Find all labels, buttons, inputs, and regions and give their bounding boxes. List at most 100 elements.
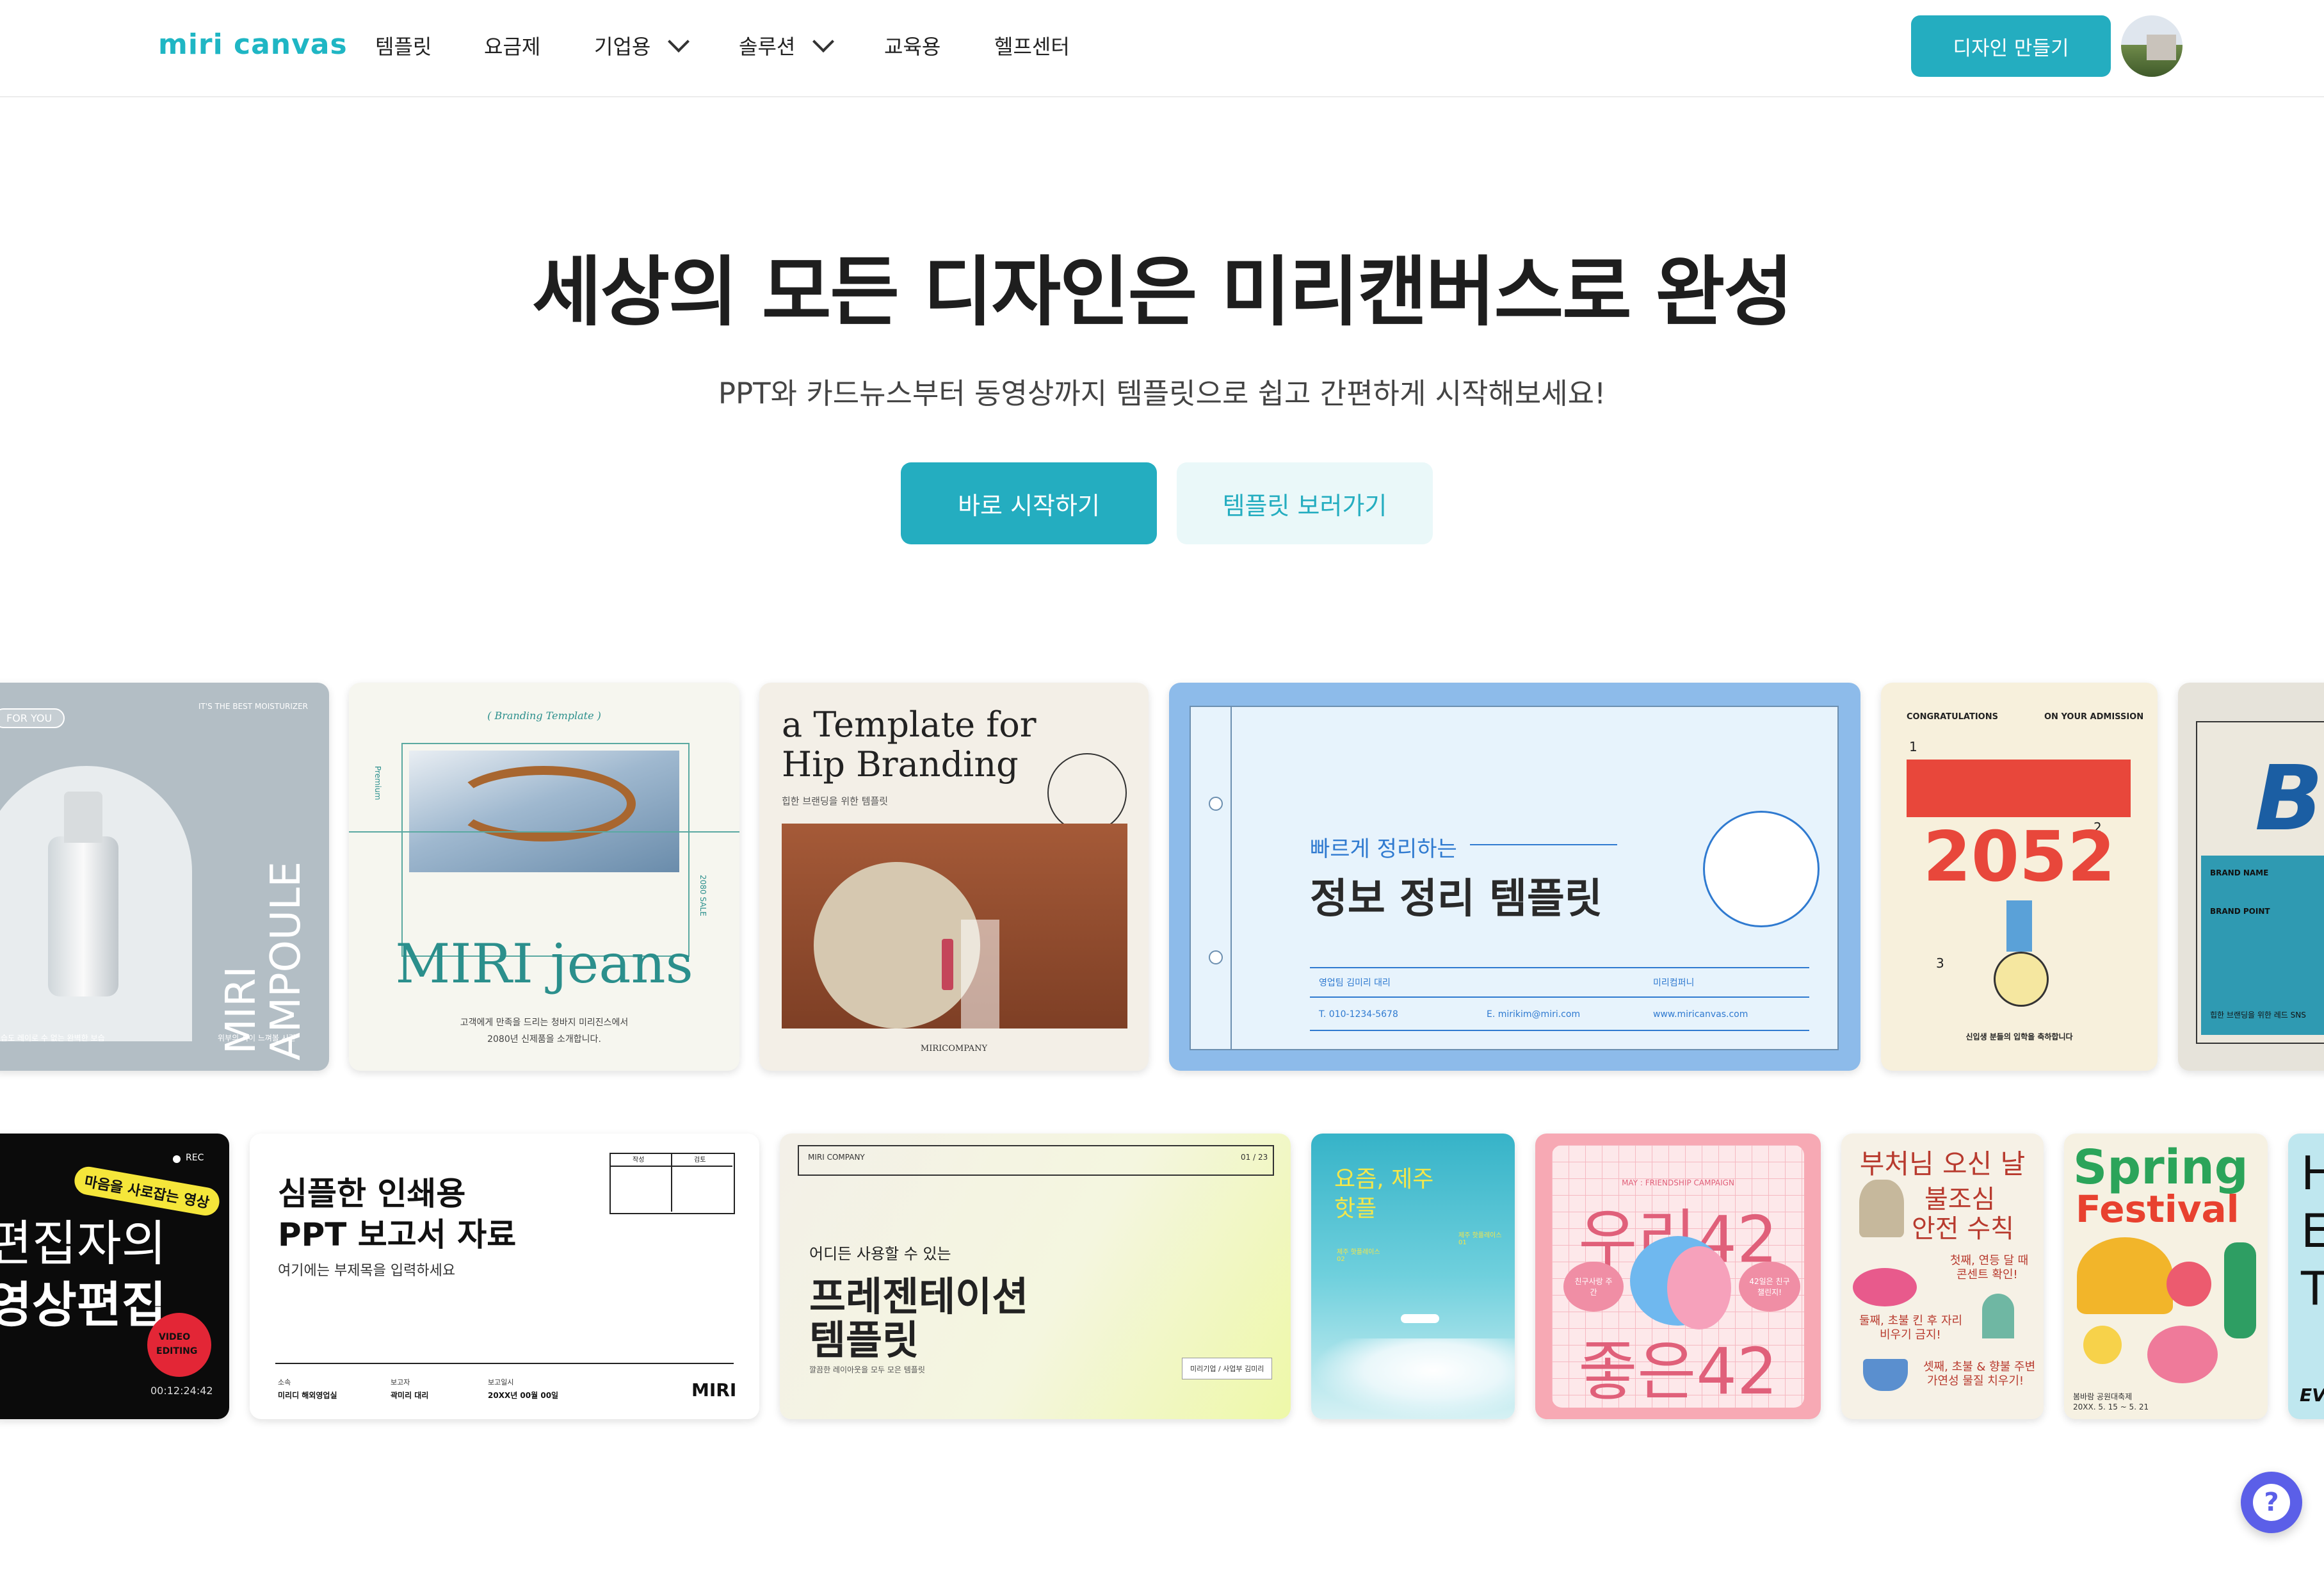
jeju-clouds (1311, 1338, 1515, 1419)
present-tag: 미리기업 / 사업부 김미리 (1182, 1358, 1273, 1379)
template-card-jeju[interactable]: 요즘, 제주 핫플 제주 핫플레이스 01 제주 핫플레이스 02 (1311, 1134, 1515, 1419)
ampoule-dropper (64, 792, 102, 843)
admission-right-text: ON YOUR ADMISSION (2044, 712, 2144, 722)
report-sign-h1: 작성 (633, 1157, 645, 1164)
template-card-buddha[interactable]: 부처님 오신 날 불조심 안전 수칙 첫째, 연등 달 때 콘센트 확인! 둘째… (1841, 1134, 2044, 1419)
info-table-bottom (1310, 1030, 1809, 1031)
buddha-t2: 콘센트 확인! (1957, 1268, 2018, 1281)
chevron-down-icon (668, 31, 690, 53)
nav-solutions[interactable]: 솔루션 (739, 31, 835, 60)
report-f1: 소속 (278, 1378, 291, 1386)
report-f3: 보고일시 (488, 1378, 514, 1386)
template-card-brand-partial[interactable]: BR BRAND NAME BRAND POINT 힙한 브랜딩을 위한 레드 … (2178, 683, 2324, 1071)
admission-arrow (2006, 900, 2032, 952)
hip-photo-lipstick (942, 939, 953, 990)
admission-foot: 신입생 분들의 입학을 축하합니다 (1965, 1032, 2073, 1041)
nav-pricing[interactable]: 요금제 (484, 31, 540, 60)
info-contact-email: E. mirikim@miri.com (1487, 1009, 1581, 1020)
ampoule-top-text: IT'S THE BEST MOISTURIZER (198, 702, 309, 711)
template-card-partial[interactable]: H E T EV (2288, 1134, 2324, 1419)
hip-seal-icon (1047, 753, 1127, 833)
info-hole-2 (1209, 950, 1223, 964)
nav-pricing-label: 요금제 (484, 35, 541, 59)
create-design-button[interactable]: 디자인 만들기 (1911, 15, 2111, 77)
help-chat-button[interactable]: ? (2241, 1472, 2302, 1533)
jeans-side-right: 2080 SALE (698, 875, 707, 916)
buddha-bowl (1863, 1359, 1908, 1391)
hip-foot: MIRICOMPANY (920, 1044, 988, 1053)
partial-l1: H (2301, 1146, 2324, 1200)
info-hole-1 (1209, 797, 1223, 811)
browse-templates-button[interactable]: 템플릿 보러가기 (1177, 462, 1433, 544)
info-kicker: 빠르게 정리하는 (1310, 836, 1457, 862)
jeju-label-1: 제주 핫플레이스 01 (1458, 1232, 1502, 1246)
report-sign-header-line (609, 1166, 732, 1167)
miricanvas-logo[interactable]: miri canvas (158, 28, 348, 61)
spring-flower-small (2083, 1326, 2122, 1364)
jeans-desc-2: 2080년 신제품을 소개합니다. (487, 1034, 601, 1045)
nav-templates[interactable]: 템플릿 (375, 31, 432, 60)
friend-bottom: 좋은42 (1578, 1334, 1778, 1409)
friend-right: 42일은 친구 챌린지! (1739, 1262, 1800, 1312)
template-card-report[interactable]: 심플한 인쇄용 PPT 보고서 자료 여기에는 부제목을 입력하세요 작성 검토… (250, 1134, 759, 1419)
user-avatar[interactable] (2121, 15, 2183, 77)
question-icon: ? (2253, 1484, 2290, 1521)
jeju-line-1: 요즘, 제주 (1334, 1166, 1434, 1192)
template-card-friendship[interactable]: MAY : FRIENDSHIP CAMPAIGN 우리42 친구사랑 주간 4… (1535, 1134, 1821, 1419)
template-card-video[interactable]: REC 마음을 사로잡는 영상 편집자의 영상편집 VIDEO EDITING … (0, 1134, 229, 1419)
template-card-hip-branding[interactable]: a Template for Hip Branding 힙한 브랜딩을 위한 템… (759, 683, 1149, 1071)
nav-help-center[interactable]: 헬프센터 (994, 31, 1070, 60)
info-margin-line (1231, 707, 1232, 1049)
report-f3v: 20XX년 00월 00일 (488, 1391, 559, 1400)
report-f1v: 미리디 해외영업실 (278, 1391, 337, 1400)
report-line-2: PPT 보고서 자료 (278, 1216, 517, 1253)
buddha-candle (1982, 1294, 2014, 1338)
info-contact-company: 미리컴퍼니 (1653, 978, 1695, 988)
airplane-icon (1401, 1314, 1439, 1323)
template-card-presentation[interactable]: MIRI COMPANY 01 / 23 어디든 사용할 수 있는 프레젠테이션… (780, 1134, 1291, 1419)
partial-l3: T (2301, 1262, 2324, 1315)
report-sign-table (609, 1153, 735, 1214)
nav-help-center-label: 헬프센터 (994, 35, 1070, 59)
video-badge-1: VIDEO (159, 1332, 191, 1342)
top-header: miri canvas 템플릿 요금제 기업용 솔루션 교육용 헬프센터 디자인… (0, 0, 2324, 97)
video-rec: REC (186, 1153, 204, 1163)
jeans-belt (451, 766, 636, 841)
nav-education[interactable]: 교육용 (884, 31, 940, 60)
buddha-t6: 가연성 물질 치우기! (1927, 1374, 2024, 1388)
hip-photo (782, 824, 1127, 1028)
info-title: 정보 정리 템플릿 (1310, 875, 1602, 923)
template-card-admission[interactable]: CONGRATULATIONS ON YOUR ADMISSION 1 2 20… (1881, 683, 2158, 1071)
jeans-desc-1: 고객에게 만족을 드리는 청바지 미리진스에서 (460, 1018, 629, 1028)
buddha-sub-2: 안전 수칙 (1912, 1214, 2014, 1244)
template-card-info[interactable]: 빠르게 정리하는 정보 정리 템플릿 영업팀 김미리 대리 미리컴퍼니 T. 0… (1169, 683, 1860, 1071)
ampoule-foot-left: 보습도 레이로 수 없는 완벽한 보습 (0, 1034, 105, 1043)
nav-enterprise[interactable]: 기업용 (594, 31, 690, 60)
rec-dot-icon (173, 1155, 181, 1163)
ampoule-foot-right: 위부의 직이 느껴볼 시간 (218, 1034, 296, 1043)
template-card-spring[interactable]: Spring Festival 봄바람 공원대축제 20XX. 5. 15 ~ … (2064, 1134, 2268, 1419)
buddha-t4: 비우기 금지! (1880, 1328, 1941, 1342)
document-icon (1703, 811, 1820, 927)
report-f2v: 곽미리 대리 (391, 1391, 429, 1400)
present-header-bar (798, 1145, 1274, 1176)
nav-solutions-label: 솔루션 (739, 35, 796, 59)
nav-templates-label: 템플릿 (375, 35, 432, 59)
start-now-button[interactable]: 바로 시작하기 (901, 462, 1157, 544)
info-paper: 빠르게 정리하는 정보 정리 템플릿 영업팀 김미리 대리 미리컴퍼니 T. 0… (1190, 706, 1839, 1050)
admission-year: 2052 (1923, 817, 2116, 897)
template-card-jeans[interactable]: ( Branding Template ) Premium 2080 SALE … (349, 683, 739, 1071)
nav-education-label: 교육용 (884, 35, 941, 59)
avatar-house-graphic (2147, 35, 2176, 60)
video-line-2: 영상편집 (0, 1276, 166, 1333)
admission-num-3: 3 (1936, 955, 1944, 971)
friend-campaign: MAY : FRIENDSHIP CAMPAIGN (1622, 1178, 1734, 1187)
partial-l2: E (2301, 1204, 2324, 1258)
present-kicker: 어디든 사용할 수 있는 (809, 1245, 951, 1263)
jeans-title: MIRI jeans (395, 932, 693, 995)
jeans-tag: ( Branding Template ) (487, 710, 601, 722)
template-card-ampoule[interactable]: FOR YOU IT'S THE BEST MOISTURIZER MIRI A… (0, 683, 329, 1071)
report-sign-divider (671, 1153, 672, 1212)
report-line-1: 심플한 인쇄용 (278, 1175, 466, 1212)
report-desc: 여기에는 부제목을 입력하세요 (278, 1263, 456, 1279)
